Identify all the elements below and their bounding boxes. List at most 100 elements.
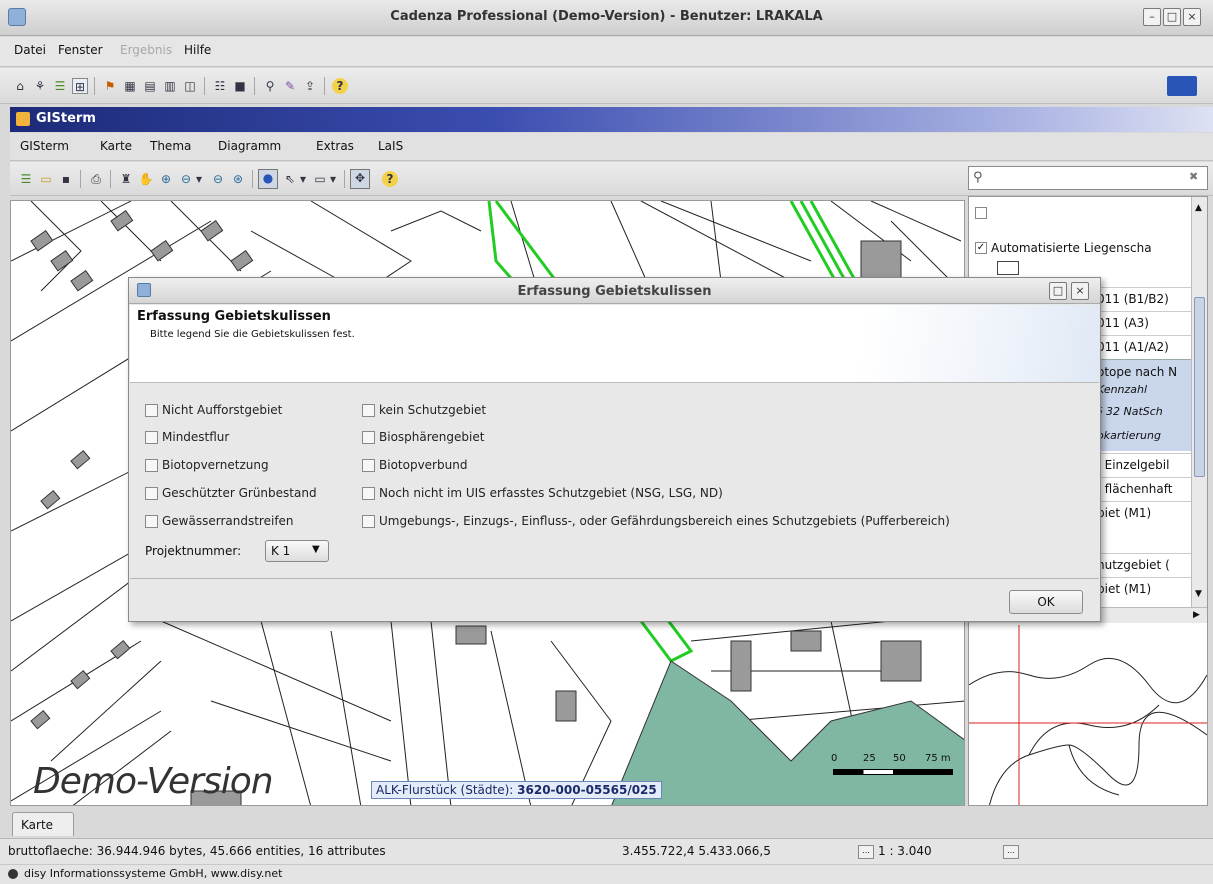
info-tool-icon[interactable]: ✥ (350, 169, 370, 189)
legend-item-label: Automatisierte Liegenscha (991, 241, 1152, 255)
dropdown-arrow-icon[interactable]: ▾ (194, 171, 204, 187)
checkbox-kein-schutzgebiet[interactable]: kein Schutzgebiet (362, 403, 486, 417)
chart-icon[interactable]: ▥ (162, 78, 178, 94)
clear-search-icon[interactable]: ✖ (1189, 170, 1198, 183)
checkbox-label: Umgebungs-, Einzugs-, Einfluss-, oder Ge… (379, 514, 950, 528)
checkbox-label: Biosphärengebiet (379, 430, 485, 444)
maximize-icon[interactable]: □ (1163, 8, 1181, 26)
measure-icon[interactable]: ▭ (312, 171, 328, 187)
dropdown-arrow-icon[interactable]: ▾ (328, 171, 338, 187)
map-frame-icon[interactable]: ⊞ (72, 78, 88, 94)
status-scale: 1 : 3.040 (878, 844, 932, 858)
menu-ergebnis[interactable]: Ergebnis (120, 43, 172, 57)
menu-diagramm[interactable]: Diagramm (218, 139, 281, 153)
layers-icon[interactable]: ☰ (52, 78, 68, 94)
dialog-maximize-icon[interactable]: □ (1049, 282, 1067, 300)
scale-label-75m: 75 m (925, 753, 951, 764)
legend-vscrollbar[interactable]: ▲ ▼ (1191, 197, 1207, 607)
menu-lais[interactable]: LaIS (378, 139, 403, 153)
scale-button[interactable]: … (858, 845, 874, 859)
status-info: bruttoflaeche: 36.944.946 bytes, 45.666 … (8, 844, 386, 858)
grid-icon[interactable]: ■ (232, 78, 248, 94)
scroll-down-icon[interactable]: ▼ (1195, 589, 1202, 599)
home-icon[interactable]: ⌂ (12, 78, 28, 94)
checkbox-nicht-aufforstgebiet[interactable]: Nicht Aufforstgebiet (145, 403, 282, 417)
legend-item-label: 011 (A1/A2) (1097, 340, 1169, 354)
menu-thema[interactable]: Thema (150, 139, 191, 153)
chevron-down-icon: ▼ (312, 544, 320, 555)
disy-logo-icon (1167, 76, 1197, 96)
checkbox-biotopvernetzung[interactable]: Biotopvernetzung (145, 458, 269, 472)
checkbox-geschuetzter-gruenbestand[interactable]: Geschützter Grünbestand (145, 486, 317, 500)
help-icon[interactable]: ? (382, 171, 398, 187)
checkbox-biotopverbund[interactable]: Biotopverbund (362, 458, 467, 472)
tooltip-value: 3620-000-05565/025 (517, 783, 657, 797)
save-icon[interactable]: ▪ (58, 171, 74, 187)
minimize-icon[interactable]: – (1143, 8, 1161, 26)
scroll-right-icon[interactable]: ▶ (1193, 610, 1200, 620)
legend-item-label: otope nach N (1097, 365, 1178, 379)
export-icon[interactable]: ⇪ (302, 78, 318, 94)
dialog-close-icon[interactable]: × (1071, 282, 1089, 300)
binoculars-icon[interactable]: ⚲ (262, 78, 278, 94)
menu-fenster[interactable]: Fenster (58, 43, 103, 57)
status-coords: 3.455.722,4 5.433.066,5 (622, 844, 771, 858)
close-icon[interactable]: × (1183, 8, 1201, 26)
checkbox-label: Gewässerrandstreifen (162, 514, 294, 528)
highlighted-parcel (611, 660, 964, 805)
menu-gisterm[interactable]: GISterm (20, 139, 69, 153)
ok-button[interactable]: OK (1009, 590, 1083, 614)
menu-hilfe[interactable]: Hilfe (184, 43, 211, 57)
marker-icon[interactable]: ⚑ (102, 78, 118, 94)
table-icon[interactable]: ▦ (122, 78, 138, 94)
search-input[interactable] (991, 169, 1171, 187)
zoom-prev-icon[interactable]: ⊖ (210, 171, 226, 187)
checkbox-mindestflur[interactable]: Mindestflur (145, 430, 229, 444)
menu-karte[interactable]: Karte (100, 139, 132, 153)
more-button[interactable]: … (1003, 845, 1019, 859)
help-icon[interactable]: ? (332, 78, 348, 94)
scroll-thumb[interactable] (1194, 297, 1205, 477)
projektnummer-select[interactable]: K 1 ▼ (265, 540, 329, 562)
zoom-in-icon[interactable]: ⊕ (158, 171, 174, 187)
checkbox-noch-nicht-im-uis[interactable]: Noch nicht im UIS erfasstes Schutzgebiet… (362, 486, 723, 500)
binoculars-icon[interactable]: ♜ (118, 171, 134, 187)
scroll-up-icon[interactable]: ▲ (1195, 203, 1202, 213)
brush-icon[interactable]: ✎ (282, 78, 298, 94)
zoom-extent-icon[interactable]: ⊛ (230, 171, 246, 187)
pan-hand-icon[interactable]: ✋ (138, 171, 154, 187)
open-folder-icon[interactable]: ▭ (38, 171, 54, 187)
checkbox-pufferbereich[interactable]: Umgebungs-, Einzugs-, Einfluss-, oder Ge… (362, 514, 950, 528)
checkbox-icon[interactable] (975, 207, 987, 219)
window-icon[interactable]: ◫ (182, 78, 198, 94)
filter-icon[interactable]: ☷ (212, 78, 228, 94)
projektnummer-value: K 1 (271, 544, 291, 558)
layers-icon[interactable]: ☰ (18, 171, 34, 187)
select-arrow-icon[interactable]: ⇖ (282, 171, 298, 187)
menu-datei[interactable]: Datei (14, 43, 46, 57)
legend-row[interactable]: ✓ Automatisierte Liegenscha (969, 237, 1191, 261)
dropdown-arrow-icon[interactable]: ▾ (298, 171, 308, 187)
tab-karte[interactable]: Karte (12, 812, 74, 836)
status-bar: bruttoflaeche: 36.944.946 bytes, 45.666 … (0, 838, 1213, 864)
menu-extras[interactable]: Extras (316, 139, 354, 153)
legend-row[interactable] (969, 203, 1191, 223)
overview-map[interactable] (969, 625, 1207, 806)
tab-karte-label: Karte (21, 818, 54, 832)
print-icon[interactable]: ⎙ (88, 171, 104, 187)
checkbox-label: Mindestflur (162, 430, 230, 444)
report-icon[interactable]: ▤ (142, 78, 158, 94)
legend-item-label: biet (M1) (1097, 506, 1152, 520)
checkbox-checked-icon[interactable]: ✓ (975, 242, 987, 254)
checkbox-gewaesserrandstreifen[interactable]: Gewässerrandstreifen (145, 514, 294, 528)
globe-icon[interactable]: ● (258, 169, 278, 189)
tooltip-label: ALK-Flurstück (Städte): (376, 783, 514, 797)
tree-icon[interactable]: ⚘ (32, 78, 48, 94)
copyright-bar: disy Informationssysteme GmbH, www.disy.… (0, 864, 1213, 884)
legend-symbol (997, 261, 1019, 275)
legend-item-label: , Einzelgebil (1097, 458, 1170, 472)
main-menubar: Datei Fenster Ergebnis Hilfe (0, 37, 1213, 67)
checkbox-biosphaerengebiet[interactable]: Biosphärengebiet (362, 430, 484, 444)
zoom-out-icon[interactable]: ⊖ (178, 171, 194, 187)
dialog-subtitle: Bitte legend Sie die Gebietskulissen fes… (150, 329, 355, 340)
